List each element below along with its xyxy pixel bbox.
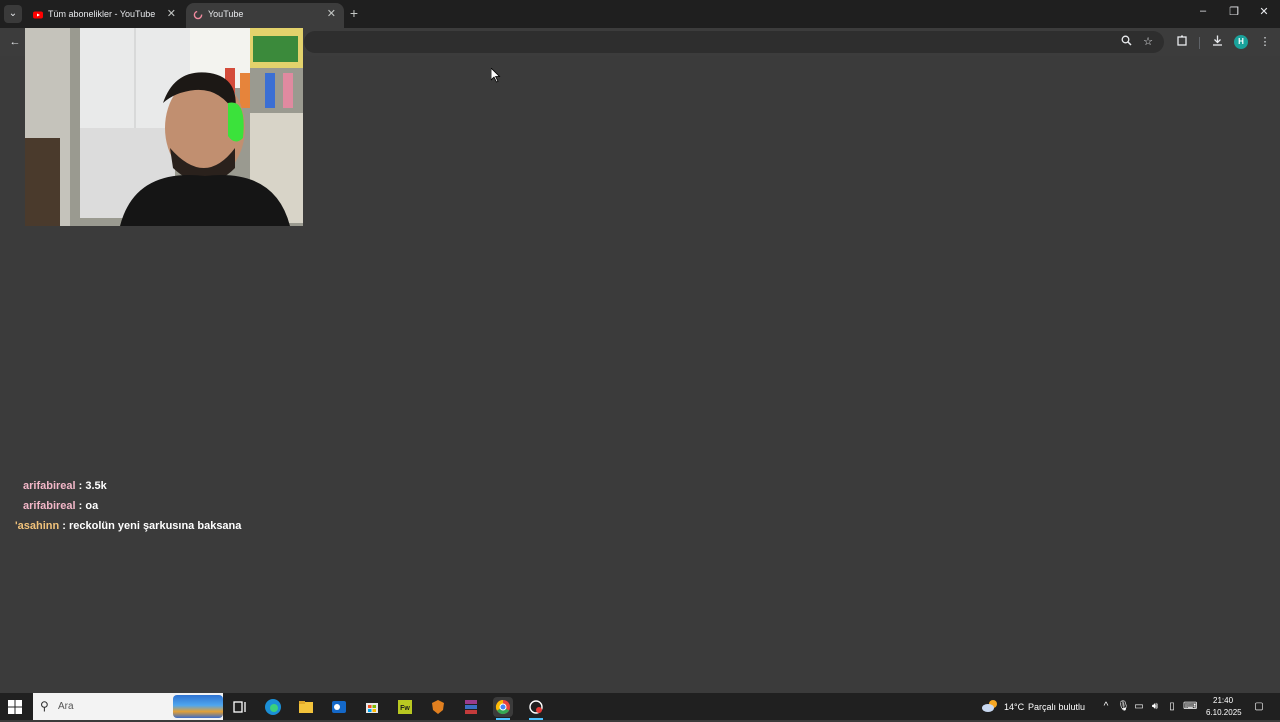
chat-text: 3.5k: [85, 480, 107, 492]
extensions-icon[interactable]: [1175, 35, 1189, 49]
close-window-icon[interactable]: ✕: [1254, 5, 1274, 18]
tab-subscriptions[interactable]: Tüm abonelikler - YouTube ✕: [26, 3, 184, 28]
store-icon[interactable]: [362, 697, 382, 717]
webcam-video: [25, 28, 303, 226]
chat-text: oa: [85, 500, 99, 512]
chat-separator: :: [75, 480, 86, 492]
chevron-up-icon[interactable]: ^: [1100, 701, 1112, 712]
webcam-image: [25, 28, 303, 226]
chat-text: reckolün yeni şarkusına baksana: [68, 520, 242, 532]
tab-youtube[interactable]: YouTube ✕: [186, 3, 344, 28]
youtube-icon: [33, 11, 43, 19]
zoom-icon[interactable]: [1119, 35, 1133, 49]
microphone-icon[interactable]: 🎙︎: [1117, 701, 1130, 712]
file-explorer-icon[interactable]: [296, 697, 316, 717]
taskbar-search-box[interactable]: ⚲ Ara: [33, 693, 223, 720]
chat-username: arifabireal: [23, 480, 76, 492]
chat-separator: :: [59, 520, 69, 532]
close-tab-icon[interactable]: ✕: [167, 7, 176, 20]
tab-title: YouTube: [208, 9, 244, 19]
search-highlight-image[interactable]: [173, 695, 223, 718]
chat-separator: :: [75, 500, 86, 512]
taskbar: ⚲ Ara Fw 14°C Parçalı bulutlu ^ 🎙︎ ▭ 🔊︎ …: [0, 693, 1280, 720]
menu-icon[interactable]: ⋮: [1258, 35, 1272, 49]
weather-cloudy-icon[interactable]: [981, 698, 999, 714]
search-icon: ⚲: [40, 699, 49, 713]
recorder-icon[interactable]: [526, 697, 546, 720]
winrar-icon[interactable]: [461, 697, 481, 717]
bookmark-star-icon[interactable]: ☆: [1141, 35, 1155, 49]
clock-time[interactable]: 21:40: [1213, 696, 1233, 705]
fw-icon[interactable]: Fw: [395, 697, 415, 717]
download-icon[interactable]: [1210, 35, 1224, 49]
chrome-icon[interactable]: [493, 697, 513, 720]
chat-username: 'asahinn: [15, 520, 60, 532]
svg-text:Fw: Fw: [400, 705, 410, 712]
tab-strip: ⌄ Tüm abonelikler - YouTube ✕ YouTube ✕ …: [0, 0, 1280, 28]
task-view-icon[interactable]: [230, 697, 250, 717]
network-icon[interactable]: ▭: [1133, 701, 1145, 712]
restore-icon[interactable]: ❐: [1224, 5, 1244, 18]
outlook-icon[interactable]: [329, 697, 349, 717]
close-tab-icon[interactable]: ✕: [327, 7, 336, 20]
clock-date[interactable]: 6.10.2025: [1206, 708, 1242, 717]
toolbar-separator: [1199, 37, 1200, 49]
keyboard-icon[interactable]: ⌨: [1183, 701, 1197, 712]
chat-username: arifabireal: [23, 500, 76, 512]
shield-app-icon[interactable]: [428, 697, 448, 717]
back-arrow-icon[interactable]: ←: [8, 35, 22, 49]
battery-icon[interactable]: ▯: [1166, 701, 1178, 712]
notification-icon[interactable]: ▢: [1252, 701, 1266, 712]
edge-icon[interactable]: [263, 697, 283, 717]
chat-message: 'asahinn : reckolün yeni şarkusına baksa…: [15, 520, 241, 532]
profile-avatar[interactable]: H: [1234, 35, 1248, 49]
chat-message: arifabireal : 3.5k: [23, 480, 107, 492]
address-bar[interactable]: [304, 31, 1164, 53]
windows-start-icon[interactable]: [8, 700, 22, 714]
weather-condition: Parçalı bulutlu: [1028, 702, 1086, 712]
tab-search-chevron-icon[interactable]: ⌄: [4, 5, 22, 23]
chat-message: arifabireal : oa: [23, 500, 98, 512]
new-tab-button[interactable]: +: [347, 5, 361, 21]
search-placeholder: Ara: [58, 701, 74, 712]
tab-title: Tüm abonelikler - YouTube: [48, 9, 156, 19]
weather-temp: 14°C: [1004, 702, 1025, 712]
minimize-icon[interactable]: –: [1193, 5, 1213, 17]
mouse-cursor-icon: [491, 68, 501, 83]
volume-icon[interactable]: 🔊︎: [1149, 701, 1161, 712]
loading-spinner-icon: [193, 10, 203, 20]
